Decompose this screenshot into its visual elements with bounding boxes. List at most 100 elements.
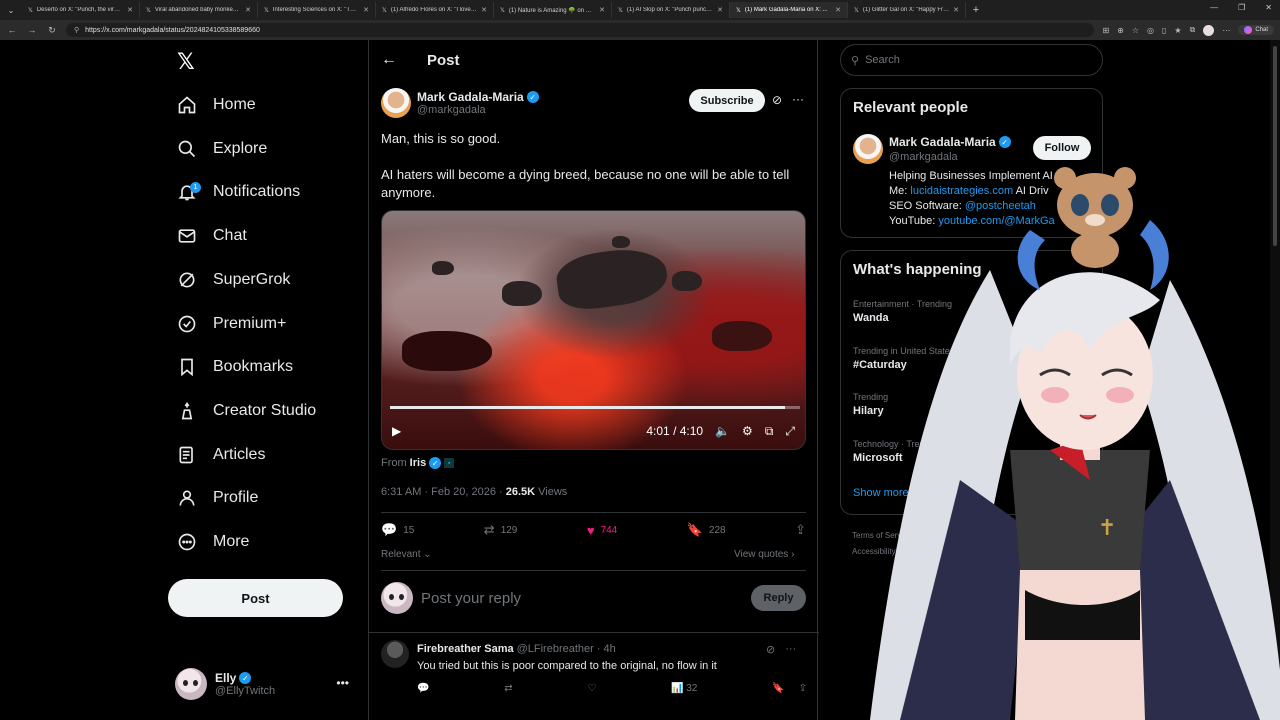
browser-tab[interactable]: 𝕏 (1) Glitter Gal on X: "Happy Friday... ✕ <box>848 2 966 18</box>
nav-item-bookmarks[interactable]: Bookmarks <box>177 352 293 382</box>
close-tab-icon[interactable]: ✕ <box>717 6 723 14</box>
nav-item-notifications[interactable]: 1 Notifications <box>177 177 300 207</box>
maximize-icon[interactable]: ❐ <box>1238 3 1245 12</box>
close-window-icon[interactable]: ✕ <box>1265 3 1272 12</box>
install-icon[interactable]: ⊞ <box>1102 26 1109 35</box>
subscribe-button[interactable]: Subscribe <box>689 89 765 112</box>
close-tab-icon[interactable]: ✕ <box>127 6 133 14</box>
trend-item[interactable]: Trending Hilary <box>853 392 888 417</box>
author-avatar[interactable] <box>381 88 411 118</box>
reply-author-handle[interactable]: @LFirebreather <box>517 643 594 655</box>
bio-link[interactable]: lucidaistrategies.com <box>910 185 1013 197</box>
nav-item-explore[interactable]: Explore <box>177 134 267 164</box>
copilot-chat-button[interactable]: Chat <box>1238 25 1274 35</box>
reply-avatar[interactable] <box>381 640 409 668</box>
minimize-icon[interactable]: — <box>1210 3 1218 12</box>
reply-more-icon[interactable]: ··· <box>785 643 796 656</box>
follow-button[interactable]: Follow <box>1033 136 1091 160</box>
trend-item[interactable]: Trending in United States #Caturday <box>853 346 954 371</box>
reply-input[interactable]: Post your reply <box>421 590 743 607</box>
volume-icon[interactable]: 🔈 <box>715 424 730 438</box>
scrollbar-thumb[interactable] <box>1273 46 1277 246</box>
browser-tab[interactable]: 𝕏 Viral abandoned baby monkey tak... ✕ <box>140 2 258 18</box>
person-name[interactable]: Mark Gadala-Maria <box>889 135 996 149</box>
account-more-icon[interactable]: ••• <box>336 676 349 690</box>
browser-tab[interactable]: 𝕏 (1) Nature is Amazing 🌳 on X: "P... ✕ <box>494 2 612 18</box>
browser-tab[interactable]: 𝕏Interesting Sciences on X: "The sh... ✕ <box>258 2 376 18</box>
browser-tab[interactable]: 𝕏 (1) Mark Gadala-Maria on X: ... ✕ <box>730 2 848 18</box>
nav-item-more[interactable]: More <box>177 527 249 557</box>
show-more-link[interactable]: Show more <box>853 487 909 499</box>
post-author[interactable]: Mark Gadala-Maria ✓ @markgadala <box>381 88 539 118</box>
trend-item[interactable]: Technology · Trending Microsoft <box>853 439 942 464</box>
post-button[interactable]: Post <box>168 579 343 617</box>
post-more-icon[interactable]: ··· <box>792 92 804 106</box>
from-name[interactable]: Iris <box>410 457 427 469</box>
favorites-icon[interactable]: ★ <box>1174 26 1181 35</box>
extension-icon[interactable]: ◎ <box>1147 26 1154 35</box>
post-timestamp[interactable]: 6:31 AM · Feb 20, 2026 · <box>381 486 506 498</box>
split-icon[interactable]: ▯ <box>1162 26 1166 35</box>
terms-link[interactable]: Terms of Service <box>852 528 912 544</box>
views-action[interactable]: 📊 32 <box>671 683 697 694</box>
pip-icon[interactable]: ⧉ <box>765 424 774 439</box>
reply-button[interactable]: Reply <box>751 585 806 611</box>
video-progress-bar[interactable] <box>390 406 800 409</box>
author-handle[interactable]: @markgadala <box>417 104 539 116</box>
nav-item-profile[interactable]: Profile <box>177 483 258 513</box>
play-icon[interactable]: ▶ <box>392 424 401 438</box>
nav-item-creator-studio[interactable]: Creator Studio <box>177 396 316 426</box>
view-quotes-link[interactable]: View quotes › <box>734 549 794 560</box>
repost-icon[interactable]: ⇄ <box>504 683 512 694</box>
heart-icon[interactable]: ♡ <box>587 683 596 694</box>
close-tab-icon[interactable]: ✕ <box>363 6 369 14</box>
author-name[interactable]: Mark Gadala-Maria <box>417 90 524 104</box>
nav-item-premium[interactable]: Premium+ <box>177 309 286 339</box>
browser-tab[interactable]: 𝕏Deserto on X: "Punch, the viral toy... ✕ <box>22 2 140 18</box>
sort-replies-dropdown[interactable]: Relevant ⌄ <box>381 549 432 560</box>
star-icon[interactable]: ☆ <box>1132 26 1139 35</box>
account-switcher[interactable]: Elly ✓ @EllyTwitch ••• <box>175 664 355 704</box>
forward-nav-icon[interactable]: → <box>26 25 38 35</box>
reply-icon[interactable]: 💬 <box>417 683 429 694</box>
grok-icon[interactable]: ⊘ <box>766 643 775 656</box>
trend-item[interactable]: Entertainment · Trending Wanda <box>853 299 952 324</box>
reply-action[interactable]: 💬 15 <box>381 522 414 538</box>
fullscreen-icon[interactable]: ⤢ <box>785 424 795 439</box>
bookmark-action[interactable]: 🔖 228 <box>687 522 726 538</box>
collections-icon[interactable]: ⧉ <box>1190 25 1196 35</box>
new-tab-button[interactable]: + <box>966 4 986 16</box>
grok-icon[interactable]: ⊘ <box>772 93 782 107</box>
search-input[interactable]: ⚲ Search <box>840 44 1103 76</box>
address-bar[interactable]: ⚲ https://x.com/markgadala/status/202482… <box>66 23 1095 37</box>
bio-link[interactable]: youtube.com/@MarkGa <box>938 215 1054 227</box>
profile-icon-browser[interactable] <box>1203 24 1215 36</box>
menu-icon[interactable]: ⋯ <box>1222 26 1230 35</box>
bookmark-icon[interactable]: 🔖 <box>772 683 784 694</box>
zoom-icon[interactable]: ⊕ <box>1117 26 1124 35</box>
tab-search-icon[interactable]: ⌄ <box>0 2 22 18</box>
nav-item-home[interactable]: Home <box>177 90 256 120</box>
close-tab-icon[interactable]: ✕ <box>599 6 605 14</box>
person-handle[interactable]: @markgadala <box>889 151 958 163</box>
back-arrow-icon[interactable]: ← <box>381 51 397 69</box>
close-tab-icon[interactable]: ✕ <box>835 6 841 14</box>
person-avatar[interactable] <box>853 134 883 164</box>
accessibility-link[interactable]: Accessibility <box>852 544 912 560</box>
like-action[interactable]: ♥ 744 <box>587 522 617 538</box>
reload-icon[interactable]: ↻ <box>46 25 58 36</box>
repost-action[interactable]: ⇄ 129 <box>484 522 518 538</box>
browser-tab[interactable]: 𝕏(1) AI Slop on X: "Punch punches t... ✕ <box>612 2 730 18</box>
browser-tab[interactable]: 𝕏 (1) Alfredo Flores on X: "I love pu... ✕ <box>376 2 494 18</box>
site-info-icon[interactable]: ⚲ <box>74 26 79 34</box>
close-tab-icon[interactable]: ✕ <box>245 6 251 14</box>
nav-item-chat[interactable]: Chat <box>177 221 247 251</box>
share-icon[interactable]: ⇪ <box>799 683 807 694</box>
close-tab-icon[interactable]: ✕ <box>953 6 959 14</box>
share-action[interactable]: ⇪ <box>795 522 806 538</box>
back-nav-icon[interactable]: ← <box>6 25 18 35</box>
nav-item-articles[interactable]: Articles <box>177 440 265 470</box>
x-logo-icon[interactable]: 𝕏 <box>177 50 195 75</box>
bio-link[interactable]: @postcheetah <box>965 200 1036 212</box>
nav-item-supergrok[interactable]: SuperGrok <box>177 265 290 295</box>
